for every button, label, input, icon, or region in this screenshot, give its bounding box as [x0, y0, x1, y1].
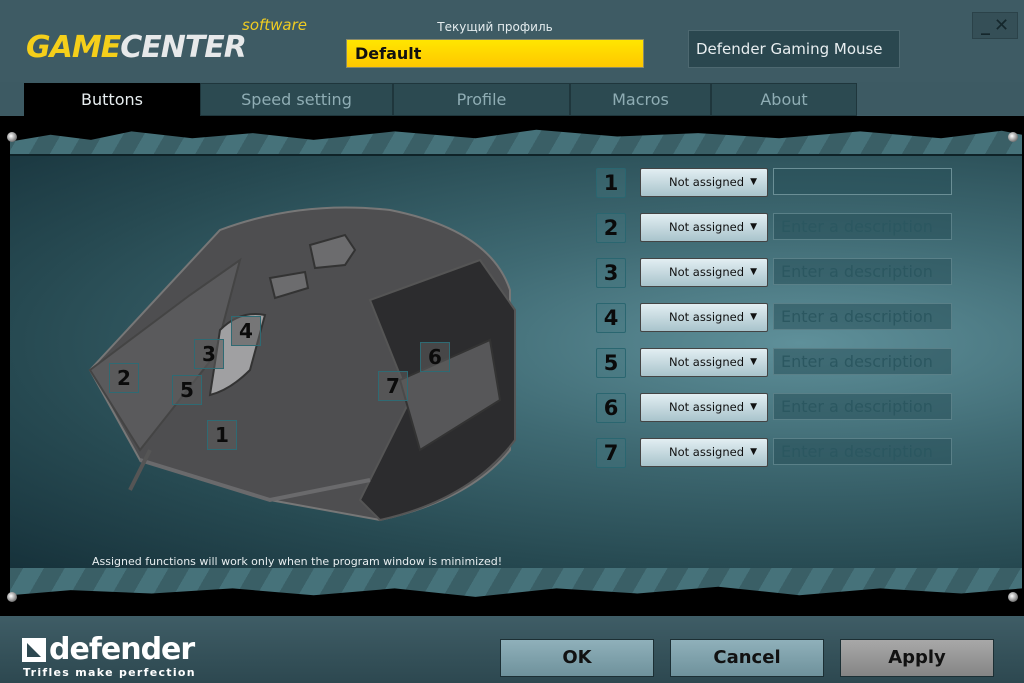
button-number: 7 — [596, 438, 626, 468]
chevron-down-icon: ▼ — [750, 447, 757, 457]
assignment-dropdown[interactable]: Not assigned ▼ — [640, 213, 768, 242]
button-row: 3 Not assigned ▼ — [596, 258, 956, 288]
tab-buttons[interactable]: Buttons — [24, 83, 200, 116]
mouse-illustration — [88, 206, 516, 522]
button-number: 1 — [596, 168, 626, 198]
screw-icon — [7, 132, 17, 142]
screw-icon — [1008, 592, 1018, 602]
description-input[interactable] — [773, 258, 952, 285]
assignment-dropdown[interactable]: Not assigned ▼ — [640, 438, 768, 467]
description-input[interactable] — [773, 393, 952, 420]
mouse-marker-5[interactable]: 5 — [172, 375, 202, 405]
button-row: 4 Not assigned ▼ — [596, 303, 956, 333]
button-row: 6 Not assigned ▼ — [596, 393, 956, 423]
description-input[interactable] — [773, 438, 952, 465]
chevron-down-icon: ▼ — [750, 312, 757, 322]
mouse-marker-3[interactable]: 3 — [194, 339, 224, 369]
button-number: 4 — [596, 303, 626, 333]
mouse-marker-7[interactable]: 7 — [378, 371, 408, 401]
defender-logo: defender — [22, 632, 195, 667]
button-number: 6 — [596, 393, 626, 423]
mouse-marker-6[interactable]: 6 — [420, 342, 450, 372]
defender-brand-text: defender — [49, 632, 195, 667]
gamecenter-logo: GAMECENTER — [26, 30, 247, 65]
assignment-dropdown[interactable]: Not assigned ▼ — [640, 393, 768, 422]
button-row: 1 Not assigned ▼ — [596, 168, 956, 198]
assignment-value: Not assigned — [669, 265, 744, 279]
button-row: 2 Not assigned ▼ — [596, 213, 956, 243]
chevron-down-icon: ▼ — [750, 357, 757, 367]
minimized-note: Assigned functions will work only when t… — [92, 555, 503, 568]
assignment-value: Not assigned — [669, 310, 744, 324]
button-number: 5 — [596, 348, 626, 378]
button-row: 5 Not assigned ▼ — [596, 348, 956, 378]
description-input[interactable] — [773, 168, 952, 195]
screw-icon — [1008, 132, 1018, 142]
ok-button[interactable]: OK — [500, 639, 654, 677]
logo-center-text: CENTER — [120, 30, 247, 65]
chevron-down-icon: ▼ — [750, 402, 757, 412]
close-icon[interactable]: ✕ — [994, 15, 1009, 36]
assignment-value: Not assigned — [669, 445, 744, 459]
mouse-marker-2[interactable]: 2 — [109, 363, 139, 393]
assignment-value: Not assigned — [669, 175, 744, 189]
chevron-down-icon: ▼ — [750, 177, 757, 187]
assignment-dropdown[interactable]: Not assigned ▼ — [640, 168, 768, 197]
defender-mark-icon — [22, 637, 46, 662]
defender-tagline: Trifles make perfection — [23, 666, 196, 679]
title-bar: GAMECENTER software Текущий профиль Defa… — [0, 0, 1024, 82]
current-profile-field[interactable]: Default — [346, 39, 644, 68]
minimize-icon[interactable]: _ — [981, 15, 990, 36]
assignment-value: Not assigned — [669, 400, 744, 414]
chevron-down-icon: ▼ — [750, 222, 757, 232]
description-input[interactable] — [773, 213, 952, 240]
assignment-dropdown[interactable]: Not assigned ▼ — [640, 348, 768, 377]
button-row: 7 Not assigned ▼ — [596, 438, 956, 468]
description-input[interactable] — [773, 348, 952, 375]
tab-macros[interactable]: Macros — [570, 83, 711, 116]
cancel-button[interactable]: Cancel — [670, 639, 824, 677]
mouse-marker-1[interactable]: 1 — [207, 420, 237, 450]
mouse-marker-4[interactable]: 4 — [231, 316, 261, 346]
device-name-display: Defender Gaming Mouse — [688, 30, 900, 68]
description-input[interactable] — [773, 303, 952, 330]
logo-software-text: software — [242, 16, 308, 34]
logo-game-text: GAME — [26, 30, 121, 65]
assignment-dropdown[interactable]: Not assigned ▼ — [640, 303, 768, 332]
button-number: 3 — [596, 258, 626, 288]
tab-about[interactable]: About — [711, 83, 857, 116]
window-controls: _ ✕ — [972, 12, 1018, 39]
current-profile-label: Текущий профиль — [437, 20, 553, 34]
tab-profile[interactable]: Profile — [393, 83, 570, 116]
button-number: 2 — [596, 213, 626, 243]
assignment-dropdown[interactable]: Not assigned ▼ — [640, 258, 768, 287]
assignment-value: Not assigned — [669, 220, 744, 234]
chevron-down-icon: ▼ — [750, 267, 757, 277]
screw-icon — [7, 592, 17, 602]
tab-speed-setting[interactable]: Speed setting — [200, 83, 393, 116]
hazard-stripe-bottom — [10, 568, 1022, 597]
assignment-value: Not assigned — [669, 355, 744, 369]
main-tabs: Buttons Speed setting Profile Macros Abo… — [24, 83, 857, 116]
apply-button[interactable]: Apply — [840, 639, 994, 677]
